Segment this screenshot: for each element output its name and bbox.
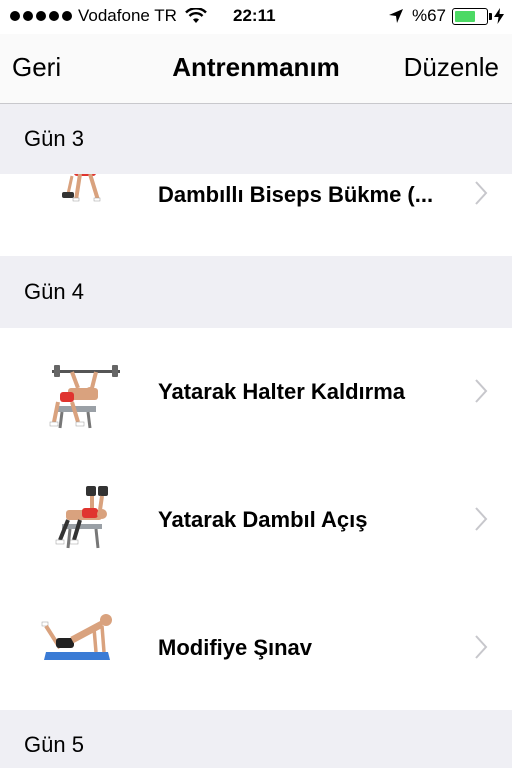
exercise-label: Dambıllı Biseps Bükme (... — [158, 182, 434, 207]
bench-press-thumbnail — [49, 365, 120, 429]
dumbbell-fly-thumbnail — [55, 486, 108, 549]
exercise-row-bench-press[interactable]: Yatarak Halter Kaldırma — [0, 328, 512, 456]
section-header-day-3: Gün 3 — [0, 104, 512, 174]
status-bar: Vodafone TR 22:11 %67 — [0, 0, 512, 34]
battery-icon — [452, 7, 492, 25]
chevron-right-icon — [475, 635, 488, 659]
modified-pushup-thumbnail — [41, 614, 112, 660]
section-title: Gün 4 — [24, 279, 84, 304]
back-button[interactable]: Geri — [12, 52, 61, 83]
exercise-label: Yatarak Halter Kaldırma — [158, 379, 406, 404]
section-title: Gün 3 — [24, 126, 84, 151]
charging-bolt-icon — [494, 8, 504, 24]
section-header-day-4: Gün 4 — [0, 256, 512, 328]
carrier-name: Vodafone TR — [78, 6, 177, 25]
chevron-right-icon — [475, 379, 488, 403]
section-header-day-5: Gün 5 — [0, 710, 512, 768]
battery-percentage: %67 — [411, 6, 446, 25]
status-right: %67 — [388, 6, 504, 26]
section-title: Gün 5 — [24, 732, 84, 757]
bent-over-dumbbell-curl-thumbnail — [62, 174, 101, 202]
location-arrow-icon — [388, 9, 403, 23]
chevron-right-icon — [475, 507, 488, 531]
exercise-row-modified-pushup[interactable]: Modifiye Şınav — [0, 584, 512, 710]
navigation-bar: Geri Antrenmanım Düzenle — [0, 34, 512, 104]
wifi-icon — [185, 8, 207, 23]
exercise-label: Modifiye Şınav — [158, 635, 313, 660]
exercise-row-biceps-curl[interactable]: Dambıllı Biseps Bükme (... — [0, 174, 512, 256]
exercise-row-dumbbell-fly[interactable]: Yatarak Dambıl Açış — [0, 456, 512, 584]
exercise-label: Yatarak Dambıl Açış — [158, 507, 368, 532]
battery-level-fill — [455, 10, 476, 22]
chevron-right-icon — [475, 181, 488, 205]
clock: 22:11 — [233, 6, 276, 25]
edit-button[interactable]: Düzenle — [404, 52, 499, 83]
status-left: Vodafone TR — [10, 6, 207, 26]
signal-strength-icon — [10, 11, 72, 21]
